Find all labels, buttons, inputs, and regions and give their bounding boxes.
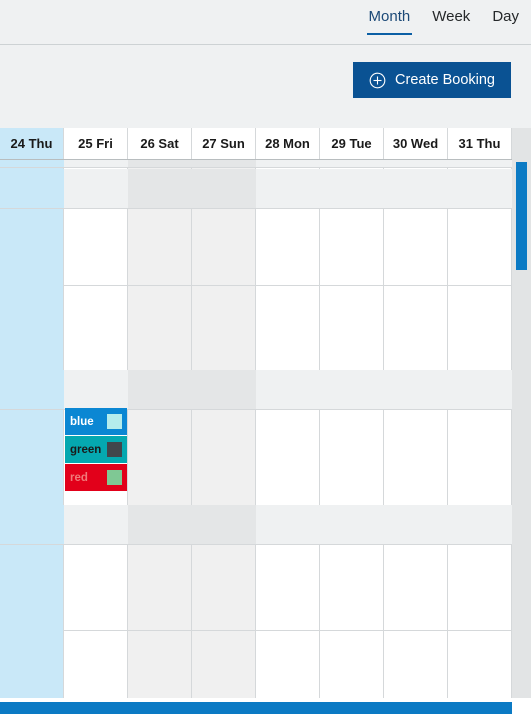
horizontal-scrollbar[interactable]	[0, 698, 531, 718]
create-booking-label: Create Booking	[395, 72, 495, 88]
calendar-body[interactable]: blue green red	[0, 160, 512, 718]
circle-plus-icon	[369, 72, 386, 89]
create-booking-button[interactable]: Create Booking	[353, 62, 511, 98]
action-bar: Create Booking	[0, 46, 531, 128]
calendar-header-row: 24 Thu 25 Fri 26 Sat 27 Sun 28 Mon 29 Tu…	[0, 128, 512, 160]
horizontal-scrollbar-thumb[interactable]	[0, 702, 512, 714]
booking-calendar-app: Month Week Day Create Booking 24 Thu 25 …	[0, 0, 531, 718]
booking-color-swatch-icon	[107, 470, 122, 485]
day-header-24-thu[interactable]: 24 Thu	[0, 128, 64, 159]
day-header-26-sat[interactable]: 26 Sat	[128, 128, 192, 159]
tab-month[interactable]: Month	[366, 7, 413, 35]
view-switch-bar: Month Week Day	[0, 0, 531, 45]
day-header-27-sun[interactable]: 27 Sun	[192, 128, 256, 159]
day-column-28-mon[interactable]	[256, 160, 320, 718]
booking-label: green	[70, 443, 102, 456]
hour-line-2	[64, 630, 512, 631]
view-tab-list: Month Week Day	[366, 0, 521, 45]
booking-color-swatch-icon	[107, 414, 122, 429]
calendar-grid: 24 Thu 25 Fri 26 Sat 27 Sun 28 Mon 29 Tu…	[0, 128, 531, 718]
day-column-24-thu[interactable]	[0, 160, 64, 718]
day-column-26-sat[interactable]	[128, 160, 192, 718]
day-header-25-fri[interactable]: 25 Fri	[64, 128, 128, 159]
booking-color-swatch-icon	[107, 442, 122, 457]
booking-green[interactable]: green	[65, 436, 127, 463]
day-column-27-sun[interactable]	[192, 160, 256, 718]
day-header-31-thu[interactable]: 31 Thu	[448, 128, 512, 159]
tab-week[interactable]: Week	[430, 7, 472, 35]
day-column-29-tue[interactable]	[320, 160, 384, 718]
booking-red[interactable]: red	[65, 464, 127, 491]
booking-label: blue	[70, 415, 94, 428]
day-header-29-tue[interactable]: 29 Tue	[320, 128, 384, 159]
tab-day[interactable]: Day	[490, 7, 521, 35]
day-column-31-thu[interactable]	[448, 160, 512, 718]
vertical-scrollbar[interactable]	[512, 160, 531, 718]
booking-blue[interactable]: blue	[65, 408, 127, 435]
hour-line-1	[64, 285, 512, 286]
booking-label: red	[70, 471, 88, 484]
day-column-30-wed[interactable]	[384, 160, 448, 718]
day-header-30-wed[interactable]: 30 Wed	[384, 128, 448, 159]
vertical-scrollbar-thumb[interactable]	[516, 162, 527, 270]
day-header-28-mon[interactable]: 28 Mon	[256, 128, 320, 159]
